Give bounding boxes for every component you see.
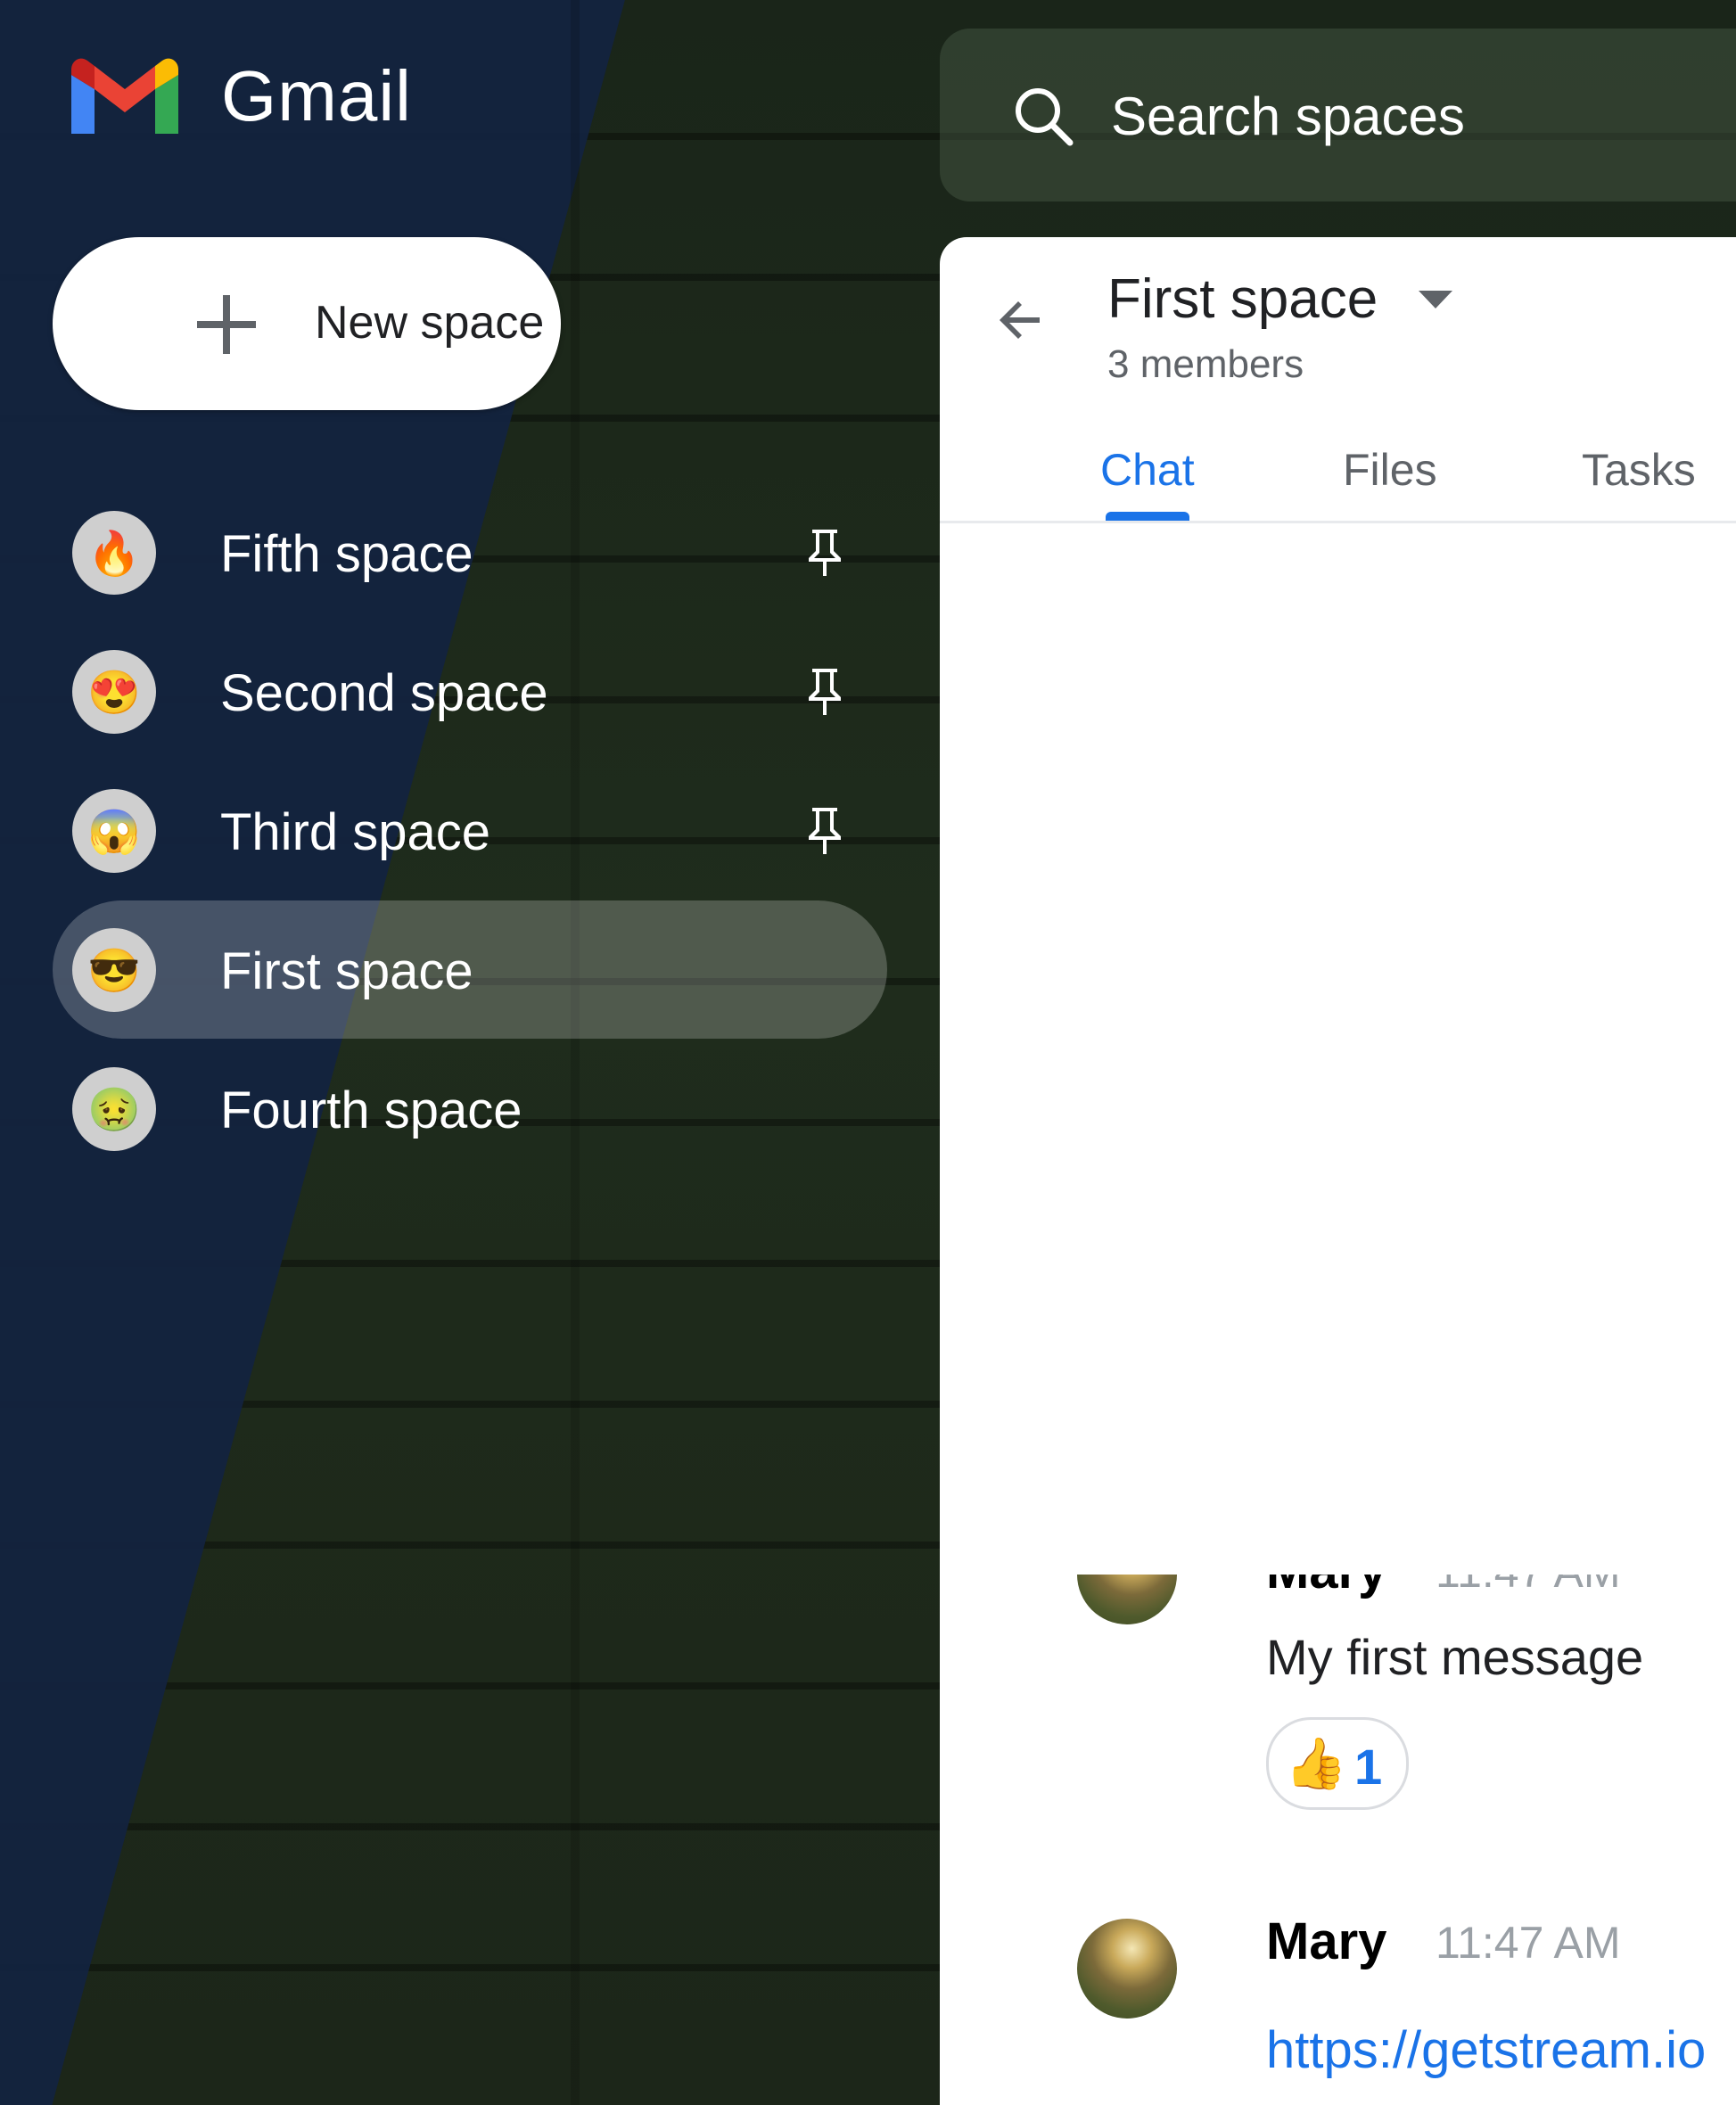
search-icon (1016, 88, 1074, 146)
space-emoji-avatar: 😱 (72, 789, 156, 873)
tab-files[interactable]: Files (1343, 444, 1437, 496)
new-space-button[interactable]: New space (53, 237, 561, 410)
dropdown-caret-icon[interactable] (1419, 291, 1452, 310)
message-sender: Mary (1266, 1912, 1387, 1970)
back-arrow-icon[interactable] (997, 296, 1045, 344)
pin-icon[interactable] (805, 526, 844, 578)
space-emoji-avatar: 🤢 (72, 1067, 156, 1151)
space-emoji-avatar: 🔥 (72, 511, 156, 595)
app-brand: Gmail (221, 56, 412, 136)
active-tab-indicator (1106, 512, 1189, 521)
space-item-third[interactable]: 😱 Third space (53, 761, 887, 900)
reaction-thumbs-up[interactable]: 👍 1 (1266, 1717, 1409, 1810)
new-space-label: New space (315, 297, 545, 349)
message-link[interactable]: https://getstream.io (1266, 2020, 1706, 2080)
message-sender: Mary (1266, 1575, 1386, 1600)
space-name: Fifth space (220, 525, 473, 583)
avatar[interactable] (1077, 1575, 1177, 1624)
reaction-count: 1 (1354, 1739, 1383, 1795)
message-time: 11:47 AM (1436, 1575, 1621, 1598)
chat-panel: First space 3 members Chat Files Tasks M… (940, 237, 1736, 2105)
space-name: Fourth space (220, 1081, 522, 1139)
message-text: My first message (1266, 1629, 1644, 1685)
space-emoji-avatar: 😎 (72, 928, 156, 1012)
message-time: 11:47 AM (1436, 1918, 1621, 1968)
space-emoji-avatar: 😍 (72, 650, 156, 734)
space-name: Second space (220, 664, 548, 722)
plus-icon (197, 295, 256, 354)
space-item-fifth[interactable]: 🔥 Fifth space (53, 483, 887, 621)
pin-icon[interactable] (805, 804, 844, 856)
space-title[interactable]: First space (1107, 267, 1378, 331)
space-name: Third space (220, 803, 491, 861)
tab-chat[interactable]: Chat (1100, 444, 1195, 496)
tabs-divider (940, 521, 1736, 523)
space-item-first-active[interactable]: 😎 First space (53, 900, 887, 1039)
search-bar[interactable]: Search spaces (940, 29, 1736, 201)
space-name: First space (220, 942, 473, 1000)
avatar[interactable] (1077, 1919, 1177, 2019)
space-item-second[interactable]: 😍 Second space (53, 622, 887, 761)
gmail-logo-icon (71, 58, 178, 134)
thumbs-up-icon: 👍 (1285, 1735, 1347, 1791)
tab-tasks[interactable]: Tasks (1582, 444, 1696, 496)
space-item-fourth[interactable]: 🤢 Fourth space (53, 1040, 887, 1178)
member-count: 3 members (1107, 342, 1304, 386)
pin-icon[interactable] (805, 665, 844, 717)
search-input[interactable]: Search spaces (1111, 86, 1465, 147)
